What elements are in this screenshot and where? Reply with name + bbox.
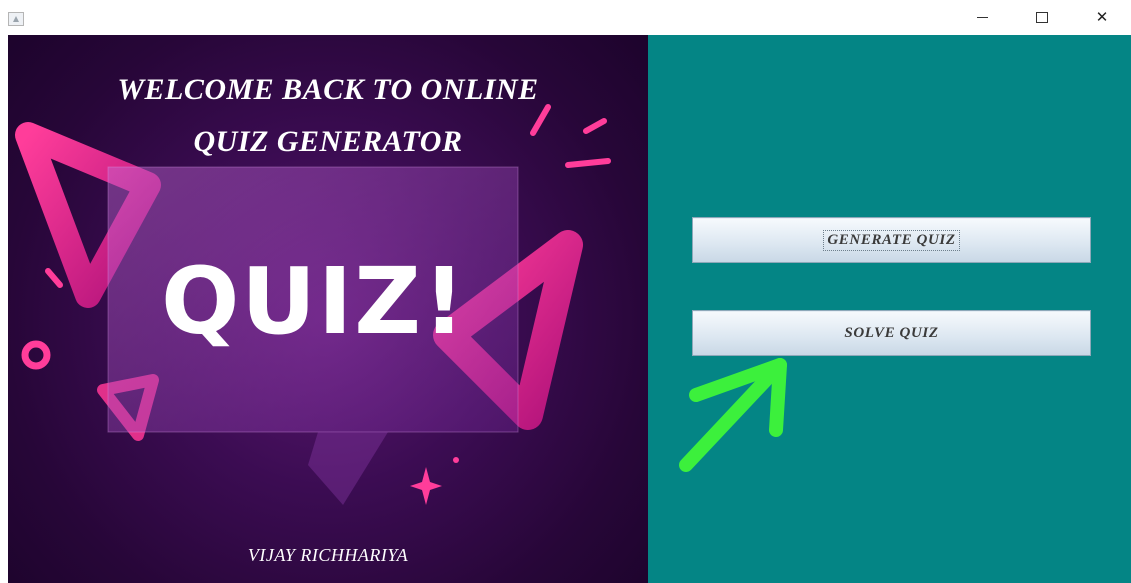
window-titlebar[interactable]: ✕: [0, 0, 1131, 35]
decor-dot: [453, 457, 459, 463]
close-button[interactable]: ✕: [1082, 4, 1122, 30]
decor-ring: [21, 340, 51, 370]
poster-speech-tail: [308, 432, 388, 505]
maximize-button[interactable]: [1022, 4, 1062, 30]
welcome-title-line1: WELCOME BACK TO ONLINE: [117, 73, 539, 106]
minimize-icon: [976, 16, 988, 18]
java-app-icon: [8, 12, 24, 26]
maximize-icon: [1036, 11, 1048, 23]
actions-panel: GENERATE QUIZ SOLVE QUIZ: [648, 35, 1131, 583]
close-icon: ✕: [1095, 8, 1109, 26]
welcome-title-line2: QUIZ GENERATOR: [193, 125, 463, 158]
quiz-poster-image: QUIZ!: [15, 104, 611, 505]
minimize-button[interactable]: [962, 4, 1002, 30]
author-name: VIJAY RICHHARIYA: [247, 545, 409, 565]
annotation-arrow-icon: [679, 358, 787, 472]
welcome-panel: QUIZ! WELCOME BACK TO ONLINE QUIZ GENERA…: [8, 35, 648, 583]
poster-quiz-text: QUIZ!: [161, 248, 467, 355]
sparkle-icon: [410, 467, 442, 505]
